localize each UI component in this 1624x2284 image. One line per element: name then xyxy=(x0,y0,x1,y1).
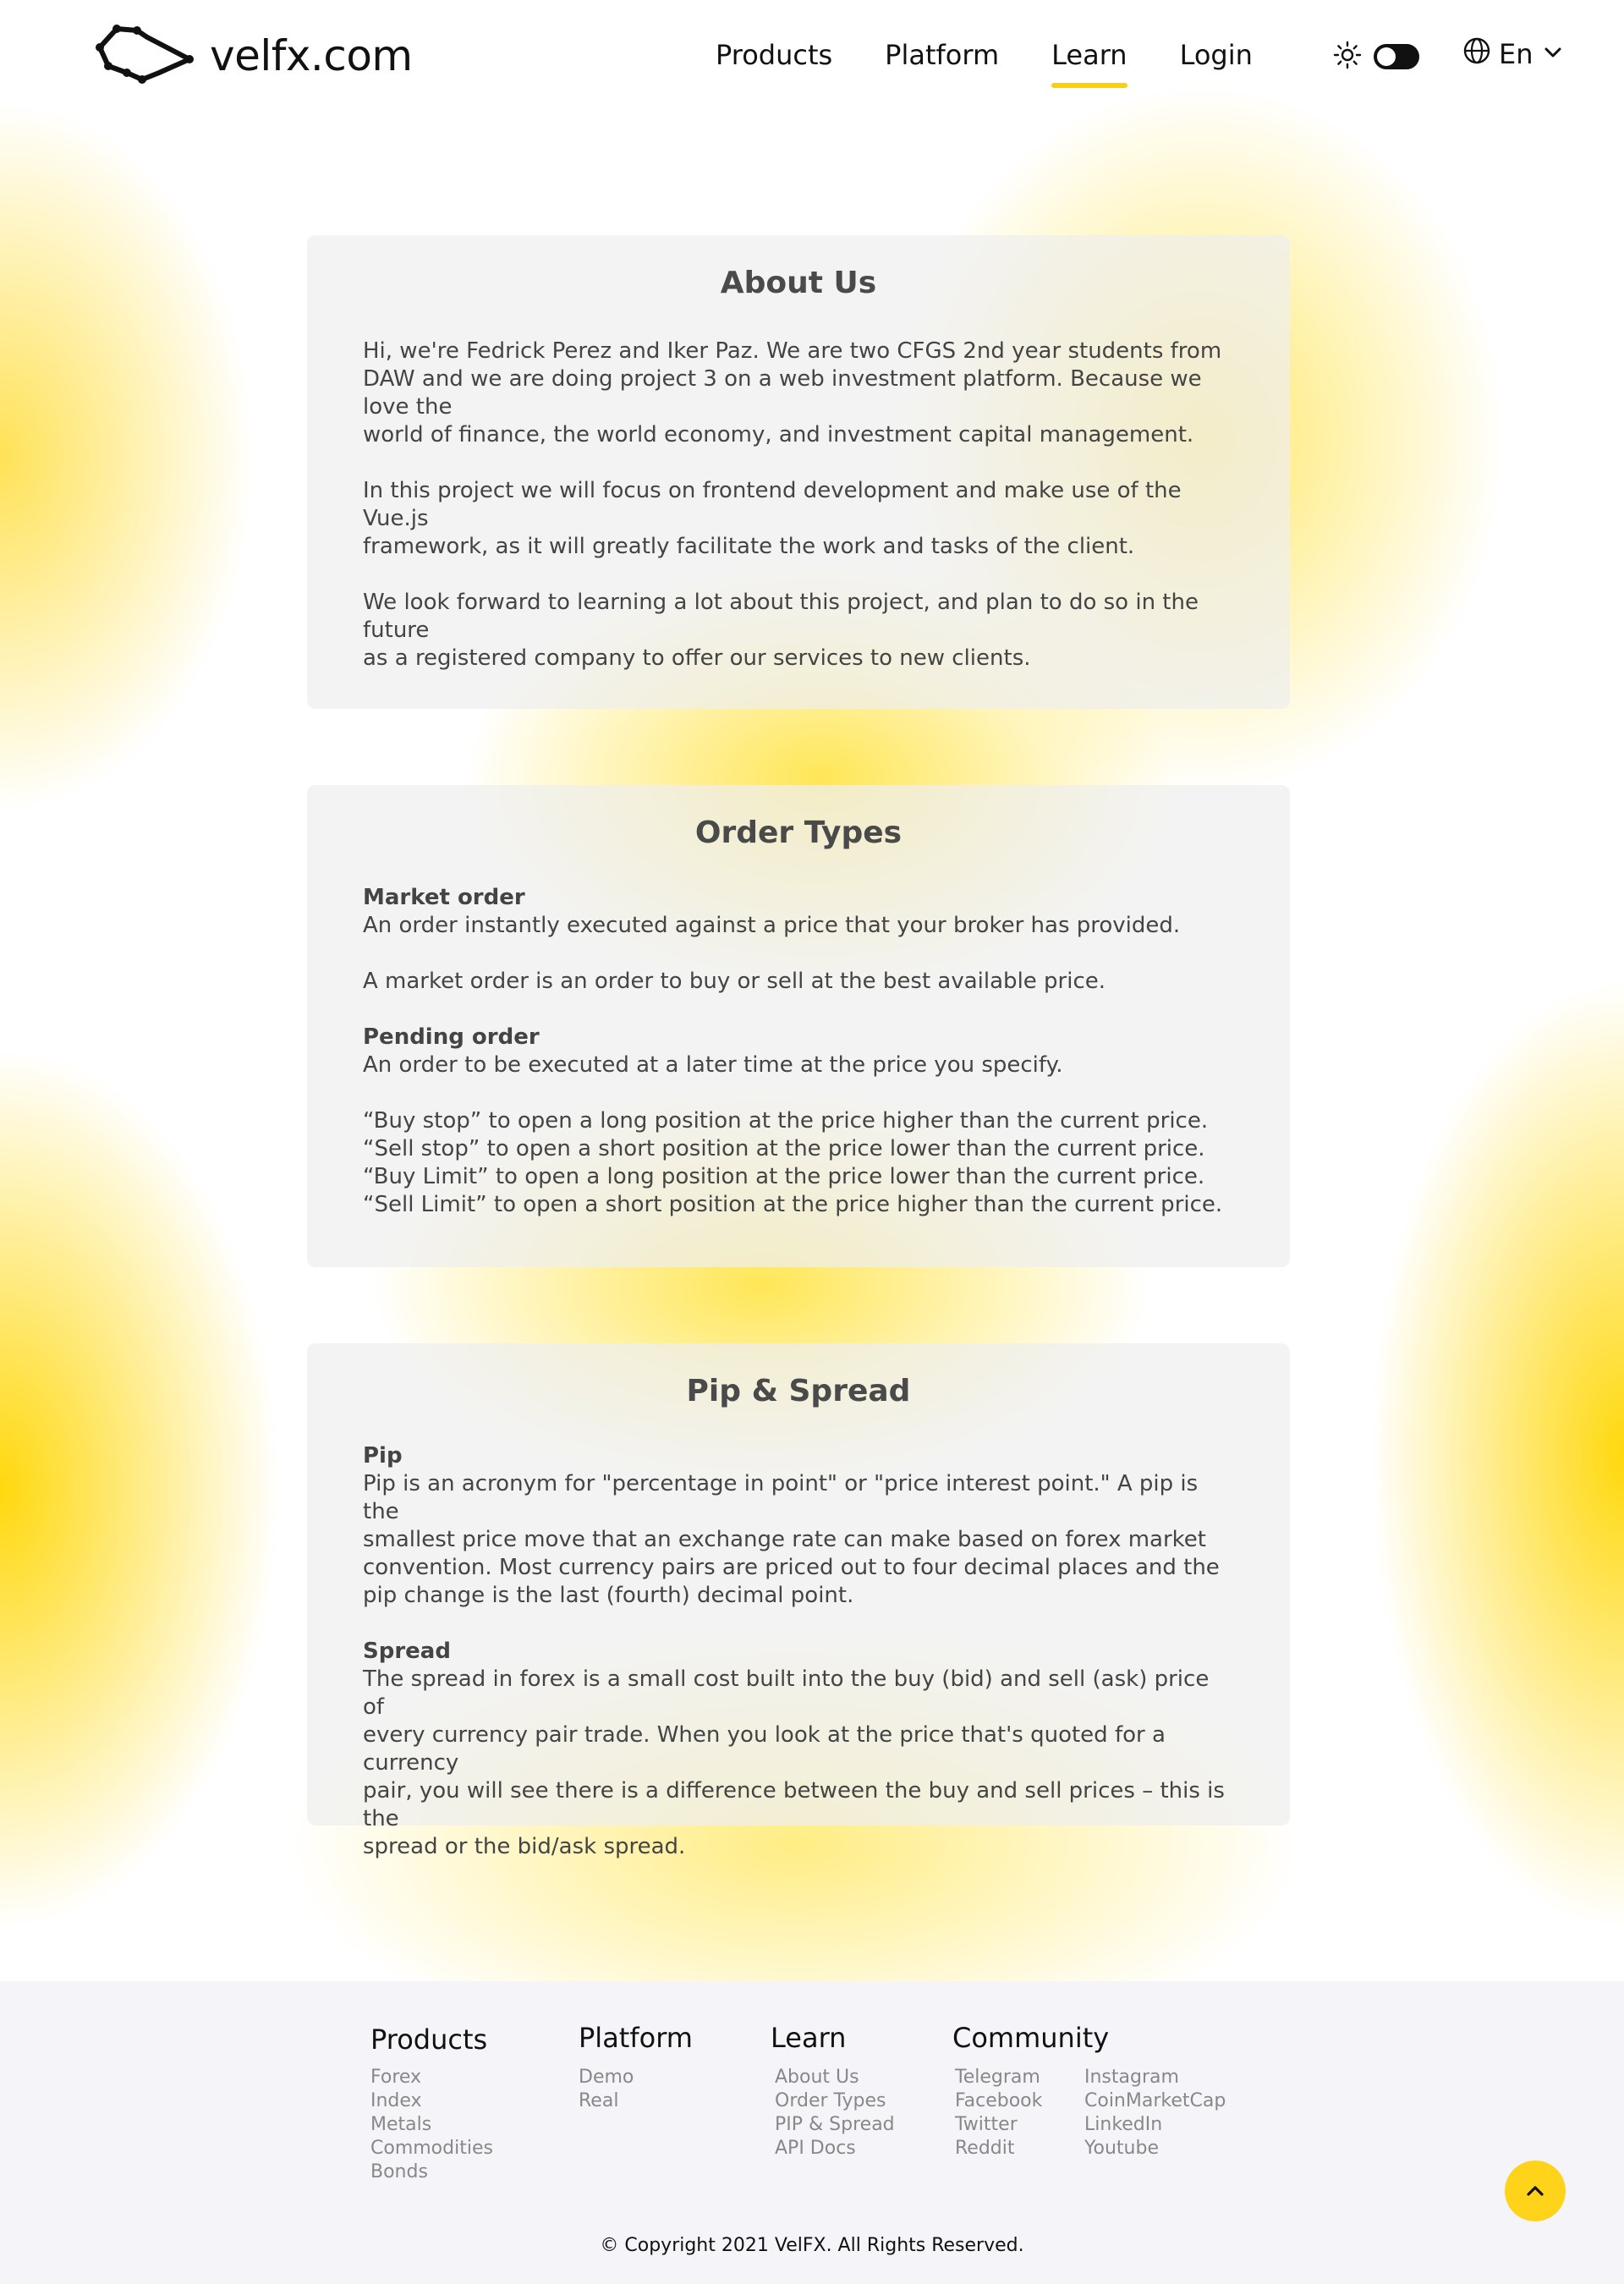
footer-link-real[interactable]: Real xyxy=(579,2089,693,2113)
main-nav: Products Platform Learn Login xyxy=(716,32,1305,88)
list-item: “Buy Limit” to open a long position at t… xyxy=(363,1164,1205,1189)
pending-order-list: “Buy stop” to open a long position at th… xyxy=(363,1107,1234,1219)
footer-link-reddit[interactable]: Reddit xyxy=(955,2137,1084,2160)
footer-link-commodities[interactable]: Commodities xyxy=(370,2137,493,2160)
brand-logo[interactable]: velfx.com xyxy=(91,22,413,90)
text-line: world of finance, the world economy, and… xyxy=(363,422,1194,447)
site-footer: Products Forex Index Metals Commodities … xyxy=(0,1981,1624,2284)
text-line: framework, as it will greatly facilitate… xyxy=(363,534,1135,559)
language-label: En xyxy=(1499,38,1533,70)
footer-links: About Us Order Types PIP & Spread API Do… xyxy=(771,2066,895,2160)
about-us-body: Hi, we're Fedrick Perez and Iker Paz. We… xyxy=(363,338,1234,673)
list-item: “Sell Limit” to open a short position at… xyxy=(363,1192,1223,1217)
about-paragraph: We look forward to learning a lot about … xyxy=(363,589,1234,673)
chevron-down-icon xyxy=(1542,38,1564,70)
pending-order-definition: An order to be executed at a later time … xyxy=(363,1052,1063,1078)
text-line: convention. Most currency pairs are pric… xyxy=(363,1555,1220,1580)
theme-toggle[interactable] xyxy=(1374,44,1419,69)
footer-community-links: Telegram Facebook Twitter Reddit Instagr… xyxy=(952,2054,1226,2160)
footer-link-forex[interactable]: Forex xyxy=(370,2066,493,2089)
text-line: Hi, we're Fedrick Perez and Iker Paz. We… xyxy=(363,338,1222,364)
footer-learn: Learn About Us Order Types PIP & Spread … xyxy=(771,2022,895,2160)
footer-link-index[interactable]: Index xyxy=(370,2089,493,2113)
site-header: velfx.com Products Platform Learn Login xyxy=(0,0,1624,110)
text-line: pair, you will see there is a difference… xyxy=(363,1778,1225,1831)
about-paragraph: In this project we will focus on fronten… xyxy=(363,477,1234,561)
pip-term: Pip xyxy=(363,1443,403,1469)
text-line: In this project we will focus on fronten… xyxy=(363,478,1182,531)
footer-link-about-us[interactable]: About Us xyxy=(775,2066,895,2089)
pip-spread-body: Pip Pip is an acronym for "percentage in… xyxy=(363,1442,1234,1861)
text-line: as a registered company to offer our ser… xyxy=(363,645,1031,671)
nav-learn[interactable]: Learn xyxy=(1051,32,1128,88)
logo-icon xyxy=(96,25,194,84)
footer-link-facebook[interactable]: Facebook xyxy=(955,2089,1084,2113)
footer-products: Products Forex Index Metals Commodities … xyxy=(370,2023,493,2184)
nav-products[interactable]: Products xyxy=(716,32,832,78)
pip-block: Pip Pip is an acronym for "percentage in… xyxy=(363,1442,1234,1610)
footer-links: Demo Real xyxy=(579,2066,693,2113)
pending-order-block: Pending order An order to be executed at… xyxy=(363,1024,1234,1079)
text-line: pip change is the last (fourth) decimal … xyxy=(363,1583,854,1608)
text-line: DAW and we are doing project 3 on a web … xyxy=(363,366,1202,420)
footer-link-order-types[interactable]: Order Types xyxy=(775,2089,895,2113)
text-line: We look forward to learning a lot about … xyxy=(363,590,1199,643)
card-title: About Us xyxy=(720,266,877,300)
footer-link-instagram[interactable]: Instagram xyxy=(1084,2066,1226,2089)
nav-login[interactable]: Login xyxy=(1180,32,1253,78)
footer-links: Telegram Facebook Twitter Reddit xyxy=(952,2066,1084,2160)
footer-link-pip-spread[interactable]: PIP & Spread xyxy=(775,2113,895,2137)
footer-heading: Platform xyxy=(579,2022,693,2054)
about-paragraph: Hi, we're Fedrick Perez and Iker Paz. We… xyxy=(363,338,1234,449)
footer-link-youtube[interactable]: Youtube xyxy=(1084,2137,1226,2160)
footer-heading: Community xyxy=(952,2022,1110,2054)
back-to-top-button[interactable] xyxy=(1505,2160,1566,2221)
spread-term: Spread xyxy=(363,1639,451,1664)
card-title: Pip & Spread xyxy=(686,1374,911,1408)
market-order-definition: An order instantly executed against a pr… xyxy=(363,913,1181,938)
footer-community: Community Telegram Facebook Twitter Redd… xyxy=(952,2022,1226,2160)
sun-icon xyxy=(1333,41,1362,73)
globe-icon xyxy=(1462,36,1492,73)
order-types-card: Order Types Market order An order instan… xyxy=(307,785,1290,1267)
footer-links: Instagram CoinMarketCap LinkedIn Youtube xyxy=(1084,2066,1226,2160)
footer-link-demo[interactable]: Demo xyxy=(579,2066,693,2089)
language-selector[interactable]: En xyxy=(1462,36,1564,73)
footer-link-twitter[interactable]: Twitter xyxy=(955,2113,1084,2137)
footer-heading: Products xyxy=(370,2023,488,2056)
footer-link-bonds[interactable]: Bonds xyxy=(370,2160,493,2184)
text-line: every currency pair trade. When you look… xyxy=(363,1722,1166,1776)
about-us-card: About Us Hi, we're Fedrick Perez and Ike… xyxy=(307,235,1290,709)
pending-order-term: Pending order xyxy=(363,1024,540,1050)
list-item: “Sell stop” to open a short position at … xyxy=(363,1136,1205,1161)
order-types-body: Market order An order instantly executed… xyxy=(363,884,1234,1219)
footer-link-telegram[interactable]: Telegram xyxy=(955,2066,1084,2089)
market-order-note: A market order is an order to buy or sel… xyxy=(363,969,1106,994)
spread-block: Spread The spread in forex is a small co… xyxy=(363,1638,1234,1861)
market-order-block: Market order An order instantly executed… xyxy=(363,884,1234,940)
list-item: “Buy stop” to open a long position at th… xyxy=(363,1108,1209,1134)
copyright: © Copyright 2021 VelFX. All Rights Reser… xyxy=(600,2235,1024,2256)
nav-platform[interactable]: Platform xyxy=(885,32,999,78)
footer-link-linkedin[interactable]: LinkedIn xyxy=(1084,2113,1226,2137)
chevron-up-icon xyxy=(1527,2186,1544,2196)
footer-link-metals[interactable]: Metals xyxy=(370,2113,493,2137)
theme-switcher xyxy=(1333,41,1419,73)
card-title: Order Types xyxy=(694,815,903,850)
brand-name: velfx.com xyxy=(210,31,413,80)
footer-links: Forex Index Metals Commodities Bonds xyxy=(370,2066,493,2184)
footer-heading: Learn xyxy=(771,2022,847,2054)
text-line: The spread in forex is a small cost buil… xyxy=(363,1666,1210,1720)
pip-spread-card: Pip & Spread Pip Pip is an acronym for "… xyxy=(307,1343,1290,1859)
footer-link-api-docs[interactable]: API Docs xyxy=(775,2137,895,2160)
market-order-term: Market order xyxy=(363,885,525,910)
footer-platform: Platform Demo Real xyxy=(579,2022,693,2113)
footer-link-coinmarketcap[interactable]: CoinMarketCap xyxy=(1084,2089,1226,2113)
text-line: smallest price move that an exchange rat… xyxy=(363,1527,1207,1552)
text-line: Pip is an acronym for "percentage in poi… xyxy=(363,1471,1199,1524)
text-line: spread or the bid/ask spread. xyxy=(363,1834,686,1859)
